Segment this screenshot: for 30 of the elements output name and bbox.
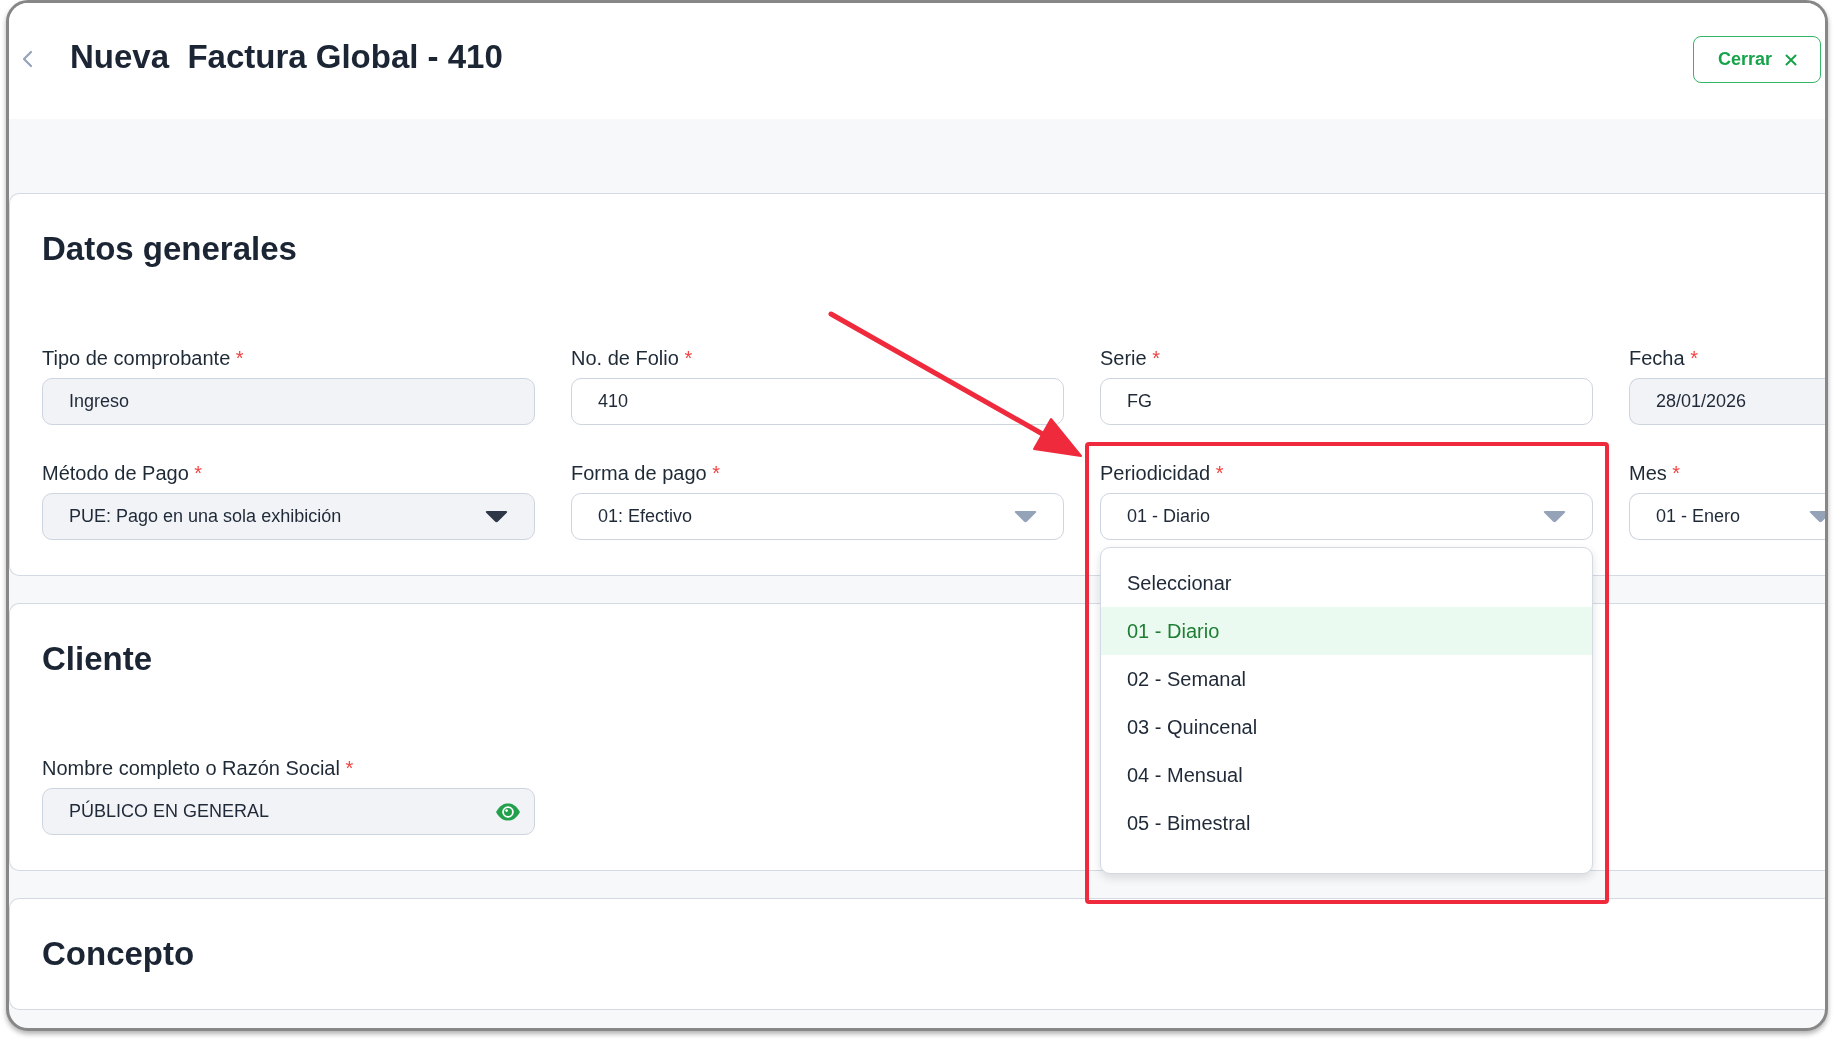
section-title: Cliente [42,639,153,679]
field-label: No. de Folio * [571,346,693,370]
dropdown-option[interactable]: 04 - Mensual [1101,751,1592,799]
field-label: Nombre completo o Razón Social * [42,756,354,780]
field-label: Periodicidad * [1100,461,1224,485]
field-label: Forma de pago * [571,461,720,485]
page-title: Nueva Factura Global - 410 [70,37,503,77]
select-field[interactable]: 01 - Diario [1100,493,1593,540]
dropdown-option[interactable]: 03 - Quincenal [1101,703,1592,751]
select-field[interactable]: 01: Efectivo [571,493,1064,540]
dropdown-option[interactable]: Seleccionar [1101,559,1592,607]
field-label: Serie * [1100,346,1161,370]
select-field[interactable]: 01 - Enero [1629,493,1825,540]
text-field[interactable]: 410 [571,378,1064,425]
caret-down-icon [1014,510,1037,523]
field-label: Fecha * [1629,346,1698,370]
caret-down-icon [1543,510,1566,523]
dropdown-option[interactable]: 02 - Semanal [1101,655,1592,703]
section-title: Concepto [42,934,195,974]
dropdown-option[interactable]: 05 - Bimestral [1101,799,1592,847]
text-field[interactable]: FG [1100,378,1593,425]
field-label: Método de Pago * [42,461,203,485]
back-chevron-icon[interactable] [21,50,33,68]
section-title: Datos generales [42,229,297,269]
dropdown-option[interactable]: 01 - Diario [1101,607,1592,655]
field-label: Mes * [1629,461,1681,485]
caret-down-icon [485,510,508,523]
field-label: Tipo de comprobante * [42,346,244,370]
caret-down-icon [1809,510,1825,523]
close-icon [1785,53,1798,66]
